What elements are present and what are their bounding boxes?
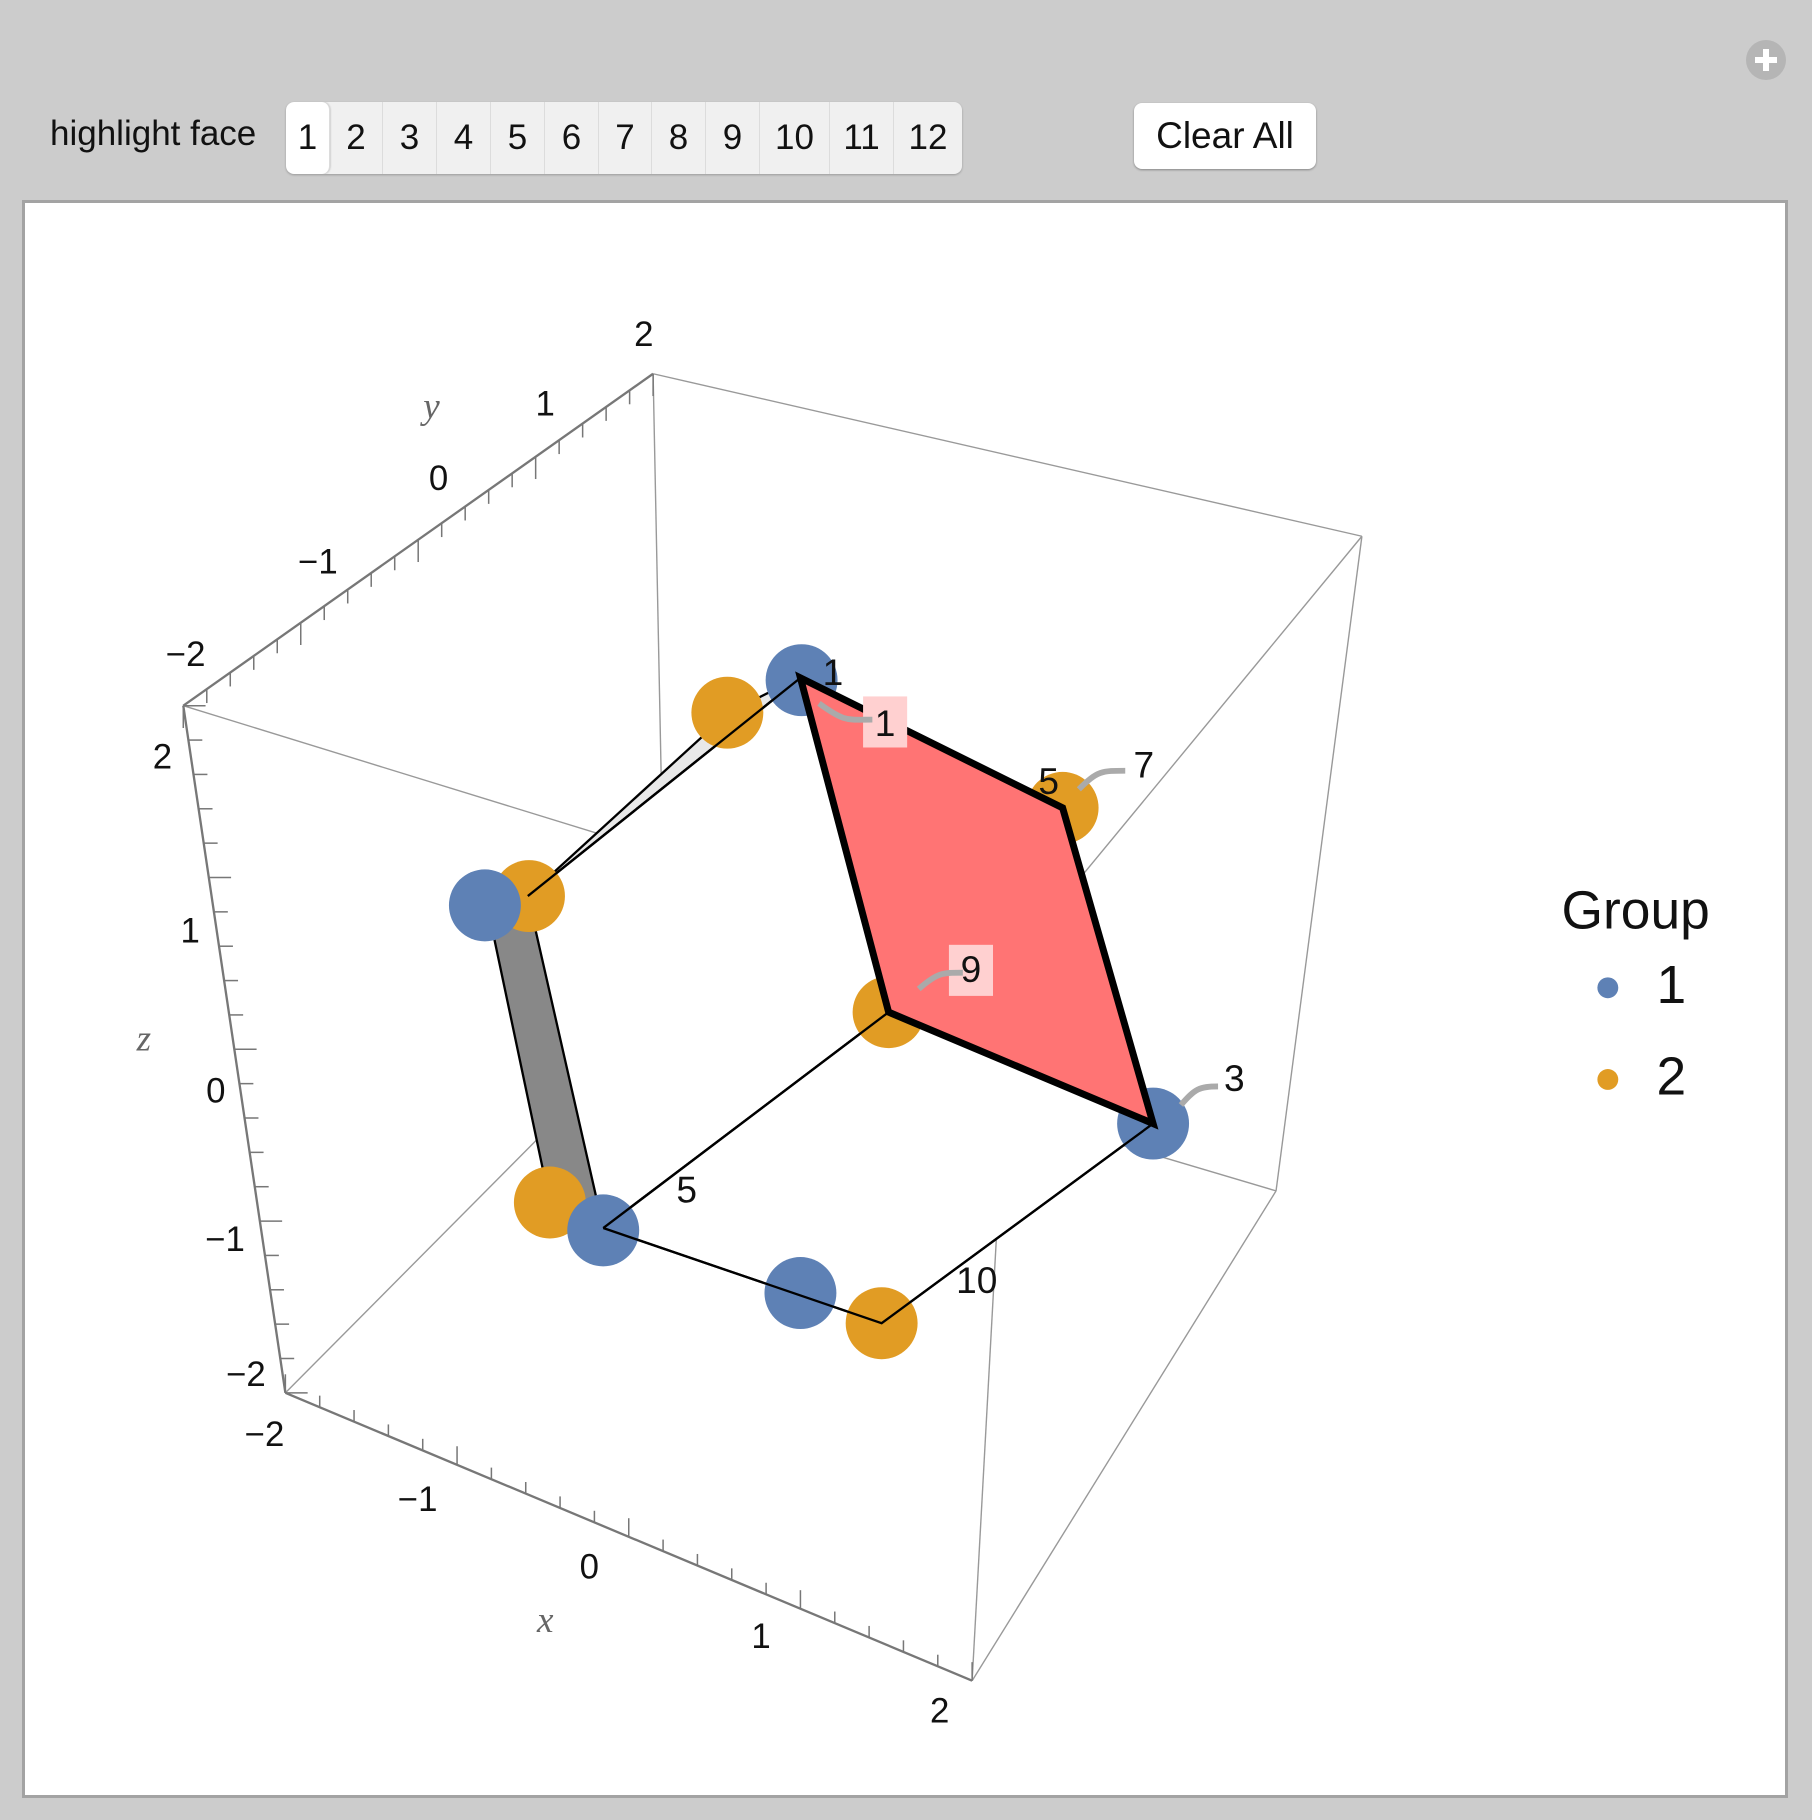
y-tick-2: 2 bbox=[634, 315, 653, 354]
point-group-2 bbox=[691, 676, 764, 749]
box-edge bbox=[1275, 536, 1363, 1191]
legend-title: Group bbox=[1562, 882, 1710, 941]
z-tick-2: 2 bbox=[153, 737, 172, 776]
point-label-1: 1 bbox=[875, 702, 896, 744]
z-tick-0: 0 bbox=[206, 1072, 225, 1111]
y-tick-1: 1 bbox=[536, 385, 555, 424]
label-leader bbox=[1178, 1083, 1219, 1107]
y-axis-label: y bbox=[419, 386, 440, 427]
y-tick-0: 0 bbox=[429, 459, 448, 498]
y-tick-neg1: −1 bbox=[298, 542, 338, 581]
z-tick-neg2: −2 bbox=[226, 1355, 266, 1394]
z-axis-label: z bbox=[136, 1018, 151, 1059]
z-tick-1: 1 bbox=[181, 911, 200, 950]
label-leader bbox=[1076, 767, 1126, 792]
legend-marker-group-2 bbox=[1597, 1069, 1619, 1090]
z-tick-neg1: −1 bbox=[205, 1220, 245, 1259]
y-tick-neg2: −2 bbox=[166, 635, 206, 674]
x-tick-neg2: −2 bbox=[245, 1415, 285, 1454]
legend-marker-group-1 bbox=[1597, 977, 1619, 999]
point-label-10: 10 bbox=[956, 1259, 997, 1301]
plot-3d: 2 1 0 −1 −2 y 2 1 0 −1 −2 z −2 −1 0 1 2 … bbox=[136, 315, 1710, 1731]
legend-label-group-2: 2 bbox=[1657, 1048, 1687, 1107]
box-edge bbox=[652, 373, 1363, 537]
point-label-3: 3 bbox=[1224, 1057, 1245, 1099]
x-axis-label: x bbox=[536, 1600, 554, 1641]
x-tick-0: 0 bbox=[580, 1548, 599, 1587]
point-label-1-top: 1 bbox=[823, 651, 844, 693]
point-group-1 bbox=[567, 1194, 640, 1267]
x-tick-2: 2 bbox=[930, 1691, 949, 1730]
point-label-9: 9 bbox=[961, 948, 982, 990]
legend-label-group-1: 1 bbox=[1657, 956, 1687, 1015]
point-label-5: 5 bbox=[1038, 760, 1059, 802]
point-label-5b: 5 bbox=[676, 1168, 697, 1210]
point-group-1 bbox=[764, 1257, 837, 1330]
x-tick-1: 1 bbox=[751, 1617, 770, 1656]
point-group-1 bbox=[448, 869, 521, 942]
x-tick-neg1: −1 bbox=[398, 1480, 438, 1519]
point-label-7: 7 bbox=[1133, 744, 1154, 786]
box-edge bbox=[971, 1190, 1277, 1682]
